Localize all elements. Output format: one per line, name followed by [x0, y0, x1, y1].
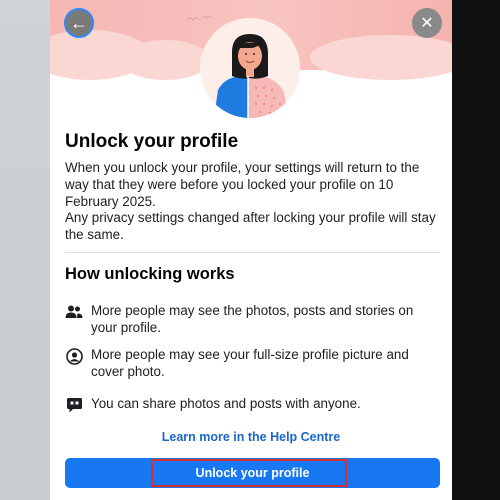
birds-icon: [186, 16, 212, 21]
background-page-right: [452, 0, 500, 500]
user-circle-icon: [65, 347, 83, 365]
unlock-profile-dialog: ← ✕ Unlock your profile When you unlock …: [50, 0, 452, 500]
profile-illustration: [200, 18, 300, 118]
share-chat-icon: [65, 396, 83, 414]
people-icon: [65, 303, 83, 321]
info-item-text: You can share photos and posts with anyo…: [91, 396, 361, 411]
back-arrow-icon: ←: [70, 12, 88, 33]
dialog-content: Unlock your profile When you unlock your…: [65, 130, 440, 244]
dialog-title: Unlock your profile: [65, 131, 239, 152]
info-item-share: You can share photos and posts with anyo…: [65, 395, 440, 414]
description-line-1: When you unlock your profile, your setti…: [65, 160, 420, 209]
info-item-people: More people may see the photos, posts an…: [65, 302, 440, 336]
section-divider: [65, 252, 440, 253]
close-icon: ✕: [420, 15, 434, 32]
section-title: How unlocking works: [65, 265, 235, 283]
description-line-2: Any privacy settings changed after locki…: [65, 210, 436, 243]
back-button[interactable]: ←: [64, 8, 94, 38]
dialog-description: When you unlock your profile, your setti…: [65, 160, 440, 244]
info-item-profile-picture: More people may see your full-size profi…: [65, 346, 440, 380]
unlock-profile-button[interactable]: Unlock your profile: [65, 458, 440, 488]
unlock-profile-button-label: Unlock your profile: [195, 466, 310, 480]
background-page-left: [0, 0, 50, 500]
close-button[interactable]: ✕: [412, 8, 442, 38]
info-item-text: More people may see your full-size profi…: [91, 347, 409, 379]
info-item-text: More people may see the photos, posts an…: [91, 303, 414, 335]
help-centre-link[interactable]: Learn more in the Help Centre: [50, 430, 452, 444]
